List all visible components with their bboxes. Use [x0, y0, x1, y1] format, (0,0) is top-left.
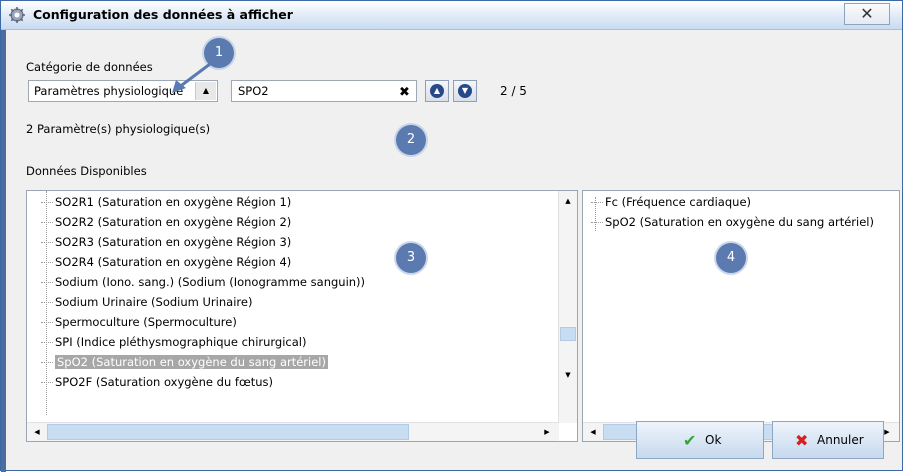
scroll-right-icon[interactable]: ▶ [539, 424, 555, 440]
next-match-button[interactable]: ▼ [453, 80, 477, 102]
annotation-badge-4: 4 [716, 243, 746, 273]
category-value: Paramètres physiologique [34, 84, 184, 98]
gear-icon [9, 7, 25, 23]
list-item[interactable]: Sodium Urinaire (Sodium Urinaire) [41, 295, 252, 314]
list-item[interactable]: SO2R1 (Saturation en oxygène Région 1) [41, 195, 291, 214]
close-button[interactable]: ✕ [844, 3, 890, 25]
list-item[interactable]: SPO2F (Saturation oxygène du fœtus) [41, 375, 273, 394]
cancel-button-label: Annuler [817, 433, 864, 447]
selected-data-list[interactable]: Fc (Fréquence cardiaque) SpO2 (Saturatio… [582, 190, 900, 442]
list-item-selected[interactable]: SpO2 (Saturation en oxygène du sang arté… [41, 355, 328, 374]
list-item[interactable]: Fc (Fréquence cardiaque) [591, 195, 751, 214]
vertical-scrollbar[interactable]: ▲ ▼ [558, 191, 577, 423]
scroll-left-icon[interactable]: ◀ [585, 424, 601, 440]
arrow-up-icon: ▲ [430, 84, 444, 98]
horizontal-scrollbar[interactable]: ◀ ▶ [27, 422, 559, 441]
cancel-button[interactable]: ✖ Annuler [772, 421, 884, 459]
annotation-arrow [172, 62, 211, 93]
ok-button-label: Ok [705, 433, 722, 447]
cross-icon: ✖ [795, 431, 809, 450]
scroll-left-icon[interactable]: ◀ [29, 424, 45, 440]
category-label: Catégorie de données [26, 60, 153, 74]
available-data-label: Données Disponibles [26, 164, 147, 178]
arrow-down-icon: ▼ [458, 84, 472, 98]
search-input[interactable] [231, 80, 417, 102]
previous-match-button[interactable]: ▲ [425, 80, 449, 102]
list-item[interactable]: Sodium (Iono. sang.) (Sodium (Ionogramme… [41, 275, 365, 294]
scroll-down-icon[interactable]: ▼ [560, 367, 576, 383]
match-counter: 2 / 5 [500, 84, 527, 98]
list-item[interactable]: SO2R2 (Saturation en oxygène Région 2) [41, 215, 291, 234]
checkmark-icon: ✔ [683, 431, 697, 450]
list-item[interactable]: SO2R4 (Saturation en oxygène Région 4) [41, 255, 291, 274]
title-bar: Configuration des données à afficher ✕ [1, 1, 902, 30]
available-data-list[interactable]: SO2R1 (Saturation en oxygène Région 1) S… [26, 190, 578, 442]
scroll-thumb[interactable] [560, 327, 576, 341]
list-item[interactable]: SpO2 (Saturation en oxygène du sang arté… [591, 215, 874, 234]
clear-search-icon[interactable]: ✖ [399, 85, 410, 100]
window-title: Configuration des données à afficher [33, 7, 293, 22]
annotation-badge-2: 2 [396, 125, 426, 155]
list-item[interactable]: SPI (Indice pléthysmographique chirurgic… [41, 335, 306, 354]
parameter-count: 2 Paramètre(s) physiologique(s) [26, 122, 211, 136]
list-item[interactable]: SO2R3 (Saturation en oxygène Région 3) [41, 235, 291, 254]
annotation-badge-3: 3 [396, 243, 426, 273]
scroll-thumb[interactable] [47, 424, 409, 440]
dialog-body: Catégorie de données Paramètres physiolo… [6, 30, 902, 470]
scroll-up-icon[interactable]: ▲ [560, 193, 576, 209]
list-item[interactable]: Spermoculture (Spermoculture) [41, 315, 237, 334]
dialog-window: Configuration des données à afficher ✕ C… [0, 0, 903, 472]
ok-button[interactable]: ✔ Ok [636, 421, 764, 459]
